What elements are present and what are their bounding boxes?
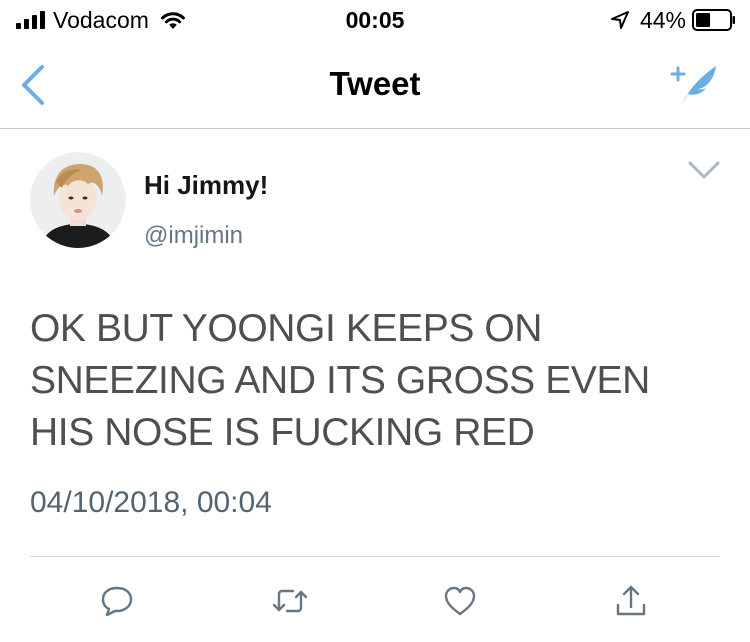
battery-icon: [692, 9, 735, 31]
retweet-button[interactable]: [270, 582, 310, 620]
divider: [30, 556, 720, 557]
like-button[interactable]: [440, 582, 480, 620]
tweet-menu-button[interactable]: [686, 158, 722, 182]
status-bar: Vodacom 00:05 44%: [0, 0, 750, 40]
tweet-text: OK BUT YOONGI KEEPS ON SNEEZING AND ITS …: [30, 307, 650, 454]
like-icon: [444, 586, 476, 616]
navigation-bar: Tweet: [0, 40, 750, 129]
compose-tweet-icon: [670, 66, 716, 104]
avatar[interactable]: [30, 152, 126, 248]
location-arrow-icon: [610, 11, 629, 29]
share-button[interactable]: [611, 582, 651, 620]
retweet-icon: [272, 589, 308, 613]
tweet-timestamp: 04/10/2018, 00:04: [30, 486, 272, 519]
battery-percentage: 44%: [639, 6, 686, 33]
display-name[interactable]: Hi Jimmy!: [144, 170, 268, 201]
chevron-down-icon: [688, 161, 720, 179]
reply-button[interactable]: [97, 582, 137, 620]
compose-tweet-button[interactable]: [670, 62, 720, 106]
page-title: Tweet: [329, 65, 421, 102]
reply-icon: [101, 586, 133, 617]
user-handle[interactable]: @imjimin: [144, 222, 243, 250]
share-icon: [616, 585, 646, 616]
status-bar-right: 44%: [610, 7, 736, 33]
